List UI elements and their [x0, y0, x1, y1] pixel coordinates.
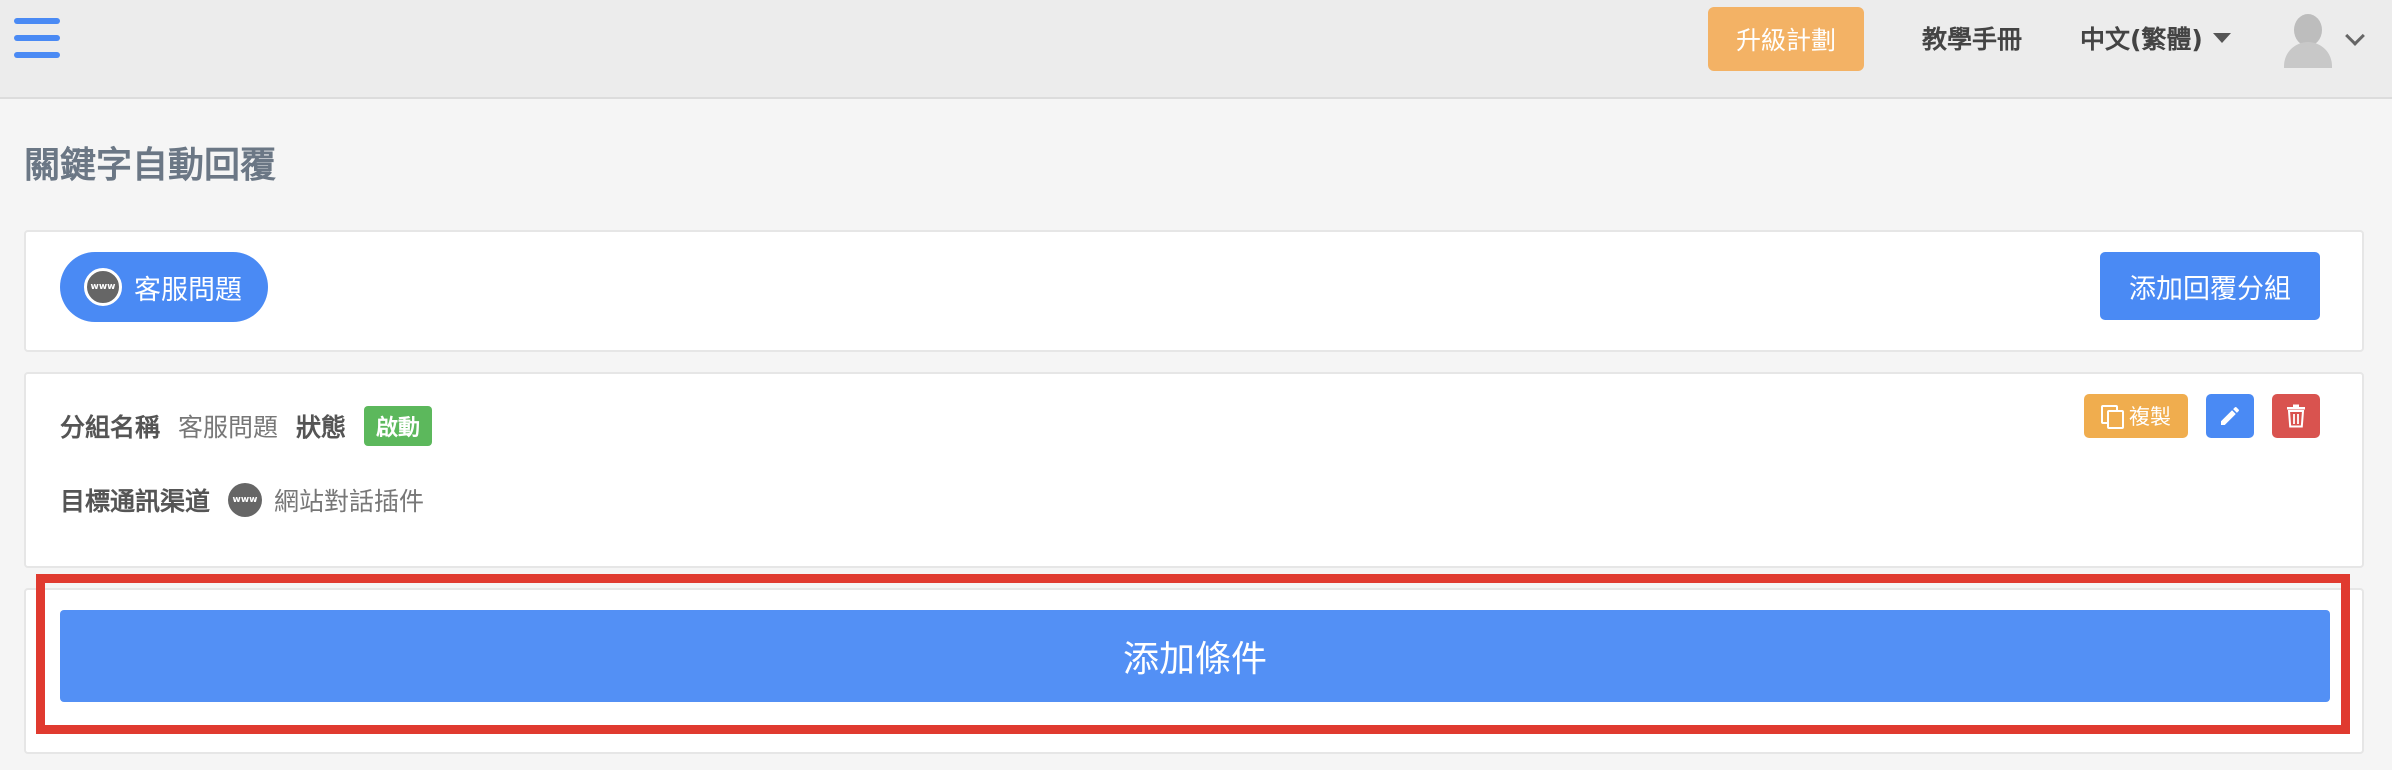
- user-menu[interactable]: [2282, 12, 2365, 68]
- delete-button[interactable]: [2272, 394, 2320, 438]
- copy-icon: [2101, 405, 2124, 429]
- page-title: 關鍵字自動回覆: [24, 145, 277, 186]
- trash-icon: [2287, 404, 2305, 428]
- pencil-icon: [2221, 406, 2240, 425]
- chevron-down-icon: [2345, 26, 2365, 46]
- www-globe-icon: www: [228, 483, 263, 517]
- www-globe-icon: www: [84, 268, 122, 306]
- avatar: [2282, 12, 2334, 68]
- tutorial-manual-link[interactable]: 教學手冊: [1922, 20, 2022, 56]
- target-channel-label: 目標通訊渠道: [60, 487, 211, 516]
- status-badge: 啟動: [364, 406, 433, 446]
- copy-button[interactable]: 複製: [2084, 394, 2188, 438]
- add-reply-group-button[interactable]: 添加回覆分組: [2100, 252, 2320, 320]
- top-navbar: 升級計劃 教學手冊 中文(繁體): [0, 0, 2392, 99]
- group-detail-panel: 分組名稱 客服問題 狀態 啟動 目標通訊渠道 www 網站對話插件 複製: [24, 372, 2364, 568]
- language-label: 中文(繁體): [2080, 25, 2203, 54]
- status-label: 狀態: [296, 413, 347, 442]
- caret-down-icon: [2212, 33, 2231, 43]
- group-tab-label: 客服問題: [134, 274, 242, 306]
- upgrade-plan-button[interactable]: 升級計劃: [1708, 7, 1864, 71]
- group-name-value: 客服問題: [178, 413, 279, 442]
- reply-groups-panel: www 客服問題 添加回覆分組: [24, 230, 2364, 352]
- copy-label: 複製: [2129, 405, 2171, 429]
- target-channel-value: 網站對話插件: [274, 487, 425, 516]
- add-condition-button[interactable]: 添加條件: [60, 610, 2330, 702]
- group-info-row: 分組名稱 客服問題 狀態 啟動: [60, 406, 433, 446]
- group-tab-customer-service[interactable]: www 客服問題: [60, 252, 268, 322]
- conditions-panel: 添加條件: [24, 588, 2364, 754]
- target-channel-row: 目標通訊渠道 www 網站對話插件: [60, 482, 424, 518]
- edit-button[interactable]: [2206, 394, 2254, 438]
- language-selector[interactable]: 中文(繁體): [2080, 20, 2231, 56]
- group-name-label: 分組名稱: [60, 413, 161, 442]
- hamburger-menu-icon[interactable]: [14, 18, 60, 58]
- group-actions: 複製: [2084, 394, 2320, 438]
